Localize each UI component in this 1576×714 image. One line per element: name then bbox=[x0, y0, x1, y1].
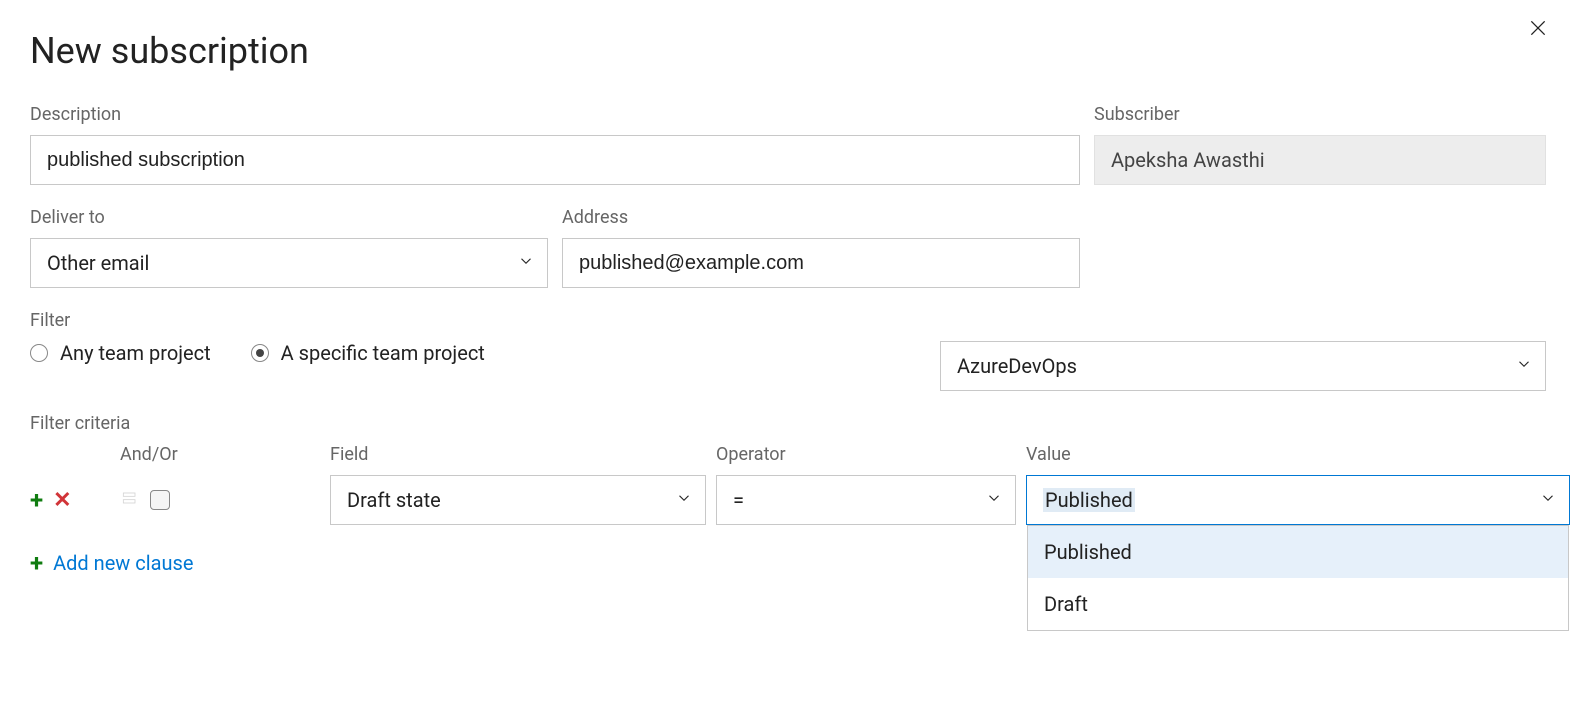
value-option-published[interactable]: Published bbox=[1028, 526, 1568, 578]
chevron-down-icon bbox=[1515, 354, 1533, 378]
field-header: Field bbox=[330, 444, 706, 465]
radio-icon bbox=[30, 344, 48, 362]
add-clause-label: Add new clause bbox=[53, 551, 193, 575]
filter-criteria-label: Filter criteria bbox=[30, 413, 1546, 434]
chevron-down-icon bbox=[675, 488, 693, 512]
operator-value: = bbox=[733, 488, 744, 512]
value-value: Published bbox=[1043, 488, 1135, 512]
operator-select[interactable]: = bbox=[716, 475, 1016, 525]
group-clause-icon[interactable] bbox=[120, 488, 140, 512]
andor-header: And/Or bbox=[120, 444, 178, 465]
description-label: Description bbox=[30, 104, 1080, 125]
filter-specific-label: A specific team project bbox=[281, 341, 485, 365]
address-label: Address bbox=[562, 207, 1080, 228]
address-input[interactable] bbox=[562, 238, 1080, 288]
andor-checkbox[interactable] bbox=[150, 490, 170, 510]
deliver-to-value: Other email bbox=[47, 251, 149, 275]
filter-any-label: Any team project bbox=[60, 341, 211, 365]
project-select[interactable]: AzureDevOps bbox=[940, 341, 1546, 391]
value-option-draft[interactable]: Draft bbox=[1028, 578, 1568, 630]
value-header: Value bbox=[1026, 444, 1570, 465]
chevron-down-icon bbox=[517, 251, 535, 275]
filter-label: Filter bbox=[30, 310, 1546, 331]
dialog-title: New subscription bbox=[30, 30, 1546, 72]
chevron-down-icon bbox=[1539, 488, 1557, 512]
field-select[interactable]: Draft state bbox=[330, 475, 706, 525]
plus-icon: + bbox=[30, 549, 43, 577]
close-button[interactable] bbox=[1528, 18, 1552, 42]
radio-icon bbox=[251, 344, 269, 362]
add-row-icon[interactable]: + bbox=[30, 486, 43, 514]
deliver-to-select[interactable]: Other email bbox=[30, 238, 548, 288]
subscriber-field: Apeksha Awasthi bbox=[1094, 135, 1546, 185]
operator-header: Operator bbox=[716, 444, 1016, 465]
value-select[interactable]: Published Published Draft bbox=[1026, 475, 1570, 525]
value-dropdown: Published Draft bbox=[1027, 525, 1569, 631]
criteria-actions-header bbox=[30, 444, 110, 465]
filter-radio-specific[interactable]: A specific team project bbox=[251, 341, 485, 365]
field-value: Draft state bbox=[347, 488, 441, 512]
deliver-to-label: Deliver to bbox=[30, 207, 548, 228]
chevron-down-icon bbox=[985, 488, 1003, 512]
description-input[interactable] bbox=[30, 135, 1080, 185]
filter-radio-any[interactable]: Any team project bbox=[30, 341, 211, 365]
delete-row-icon[interactable]: ✕ bbox=[53, 488, 71, 513]
subscriber-label: Subscriber bbox=[1094, 104, 1546, 125]
project-value: AzureDevOps bbox=[957, 354, 1077, 378]
